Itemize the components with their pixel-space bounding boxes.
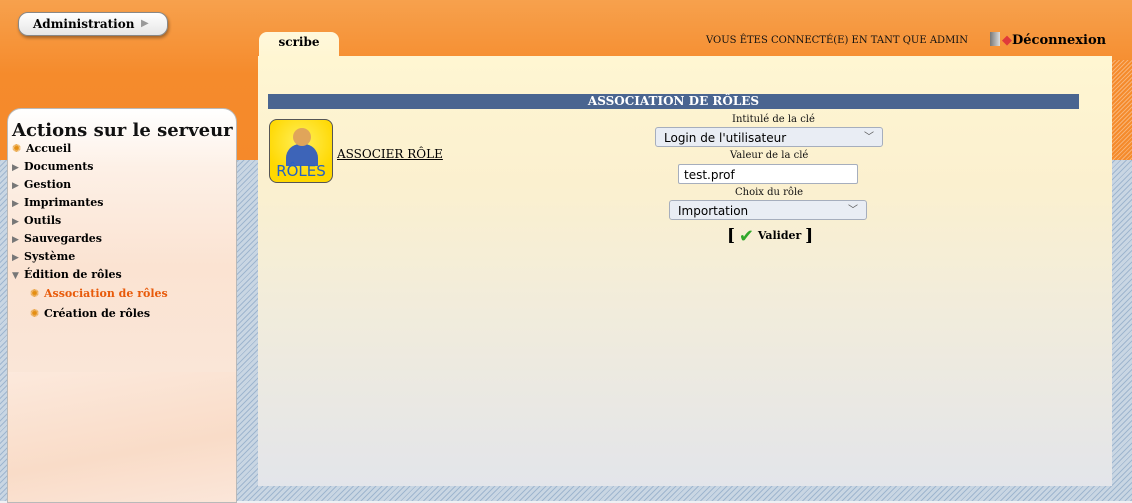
connected-user-text: VOUS ÊTES CONNECTÉ(E) EN TANT QUE ADMIN (706, 35, 969, 46)
sidebar-item-accueil[interactable]: ✺ Accueil (12, 140, 232, 158)
sidebar-subitem-creation-roles[interactable]: ✺ Création de rôles (12, 304, 232, 324)
triangle-right-icon: ▶ (12, 181, 19, 191)
value-label: Valeur de la clé (730, 150, 809, 161)
bracket-left: [ (727, 226, 736, 246)
submit-label: Valider (757, 229, 802, 242)
logout-link[interactable]: ◆Déconnexion (990, 32, 1106, 48)
triangle-down-icon: ▼ (12, 271, 19, 281)
logout-arrow-icon: ◆ (1002, 33, 1012, 48)
sidebar-item-systeme[interactable]: ▶ Système (12, 248, 232, 266)
sidebar-lower (8, 372, 236, 502)
triangle-right-icon: ▶ (12, 235, 19, 245)
associate-role-link[interactable]: ASSOCIER RÔLE (337, 147, 443, 161)
chevron-down-icon: ﹀ (848, 205, 858, 216)
sidebar-title: Actions sur le serveur (12, 120, 233, 141)
sidebar-subitem-association-roles[interactable]: ✺ Association de rôles (12, 284, 232, 304)
roles-icon-label: RÔLES (276, 162, 326, 180)
tab-scribe[interactable]: scribe (259, 32, 339, 58)
sun-icon: ✺ (12, 142, 22, 155)
sidebar-menu: ✺ Accueil ▶ Documents ▶ Gestion ▶ Imprimante… (12, 140, 232, 324)
sidebar-item-outils[interactable]: ▶ Outils (12, 212, 232, 230)
sidebar-item-label: Édition de rôles (24, 268, 122, 281)
sidebar-item-documents[interactable]: ▶ Documents (12, 158, 232, 176)
key-label: Intitulé de la clé (732, 114, 815, 125)
sidebar-subitem-label: Création de rôles (44, 307, 151, 320)
role-select[interactable]: Importation ﹀ (669, 200, 867, 220)
key-select-value: Login de l'utilisateur (664, 131, 787, 145)
role-label: Choix du rôle (735, 187, 804, 198)
sidebar-item-gestion[interactable]: ▶ Gestion (12, 176, 232, 194)
submit-button[interactable]: [ ✔ Valider ] (727, 226, 813, 247)
sidebar-item-imprimantes[interactable]: ▶ Imprimantes (12, 194, 232, 212)
sidebar-subitem-label: Association de rôles (44, 287, 168, 300)
key-select[interactable]: Login de l'utilisateur ﹀ (655, 127, 883, 147)
triangle-right-icon: ▶ (141, 18, 149, 29)
triangle-right-icon: ▶ (12, 253, 19, 263)
triangle-right-icon: ▶ (12, 163, 19, 173)
user-head-icon (293, 128, 311, 146)
door-icon (990, 32, 1000, 46)
sidebar-item-label: Imprimantes (24, 196, 104, 209)
sidebar-item-edition-roles[interactable]: ▼ Édition de rôles (12, 266, 232, 284)
triangle-right-icon: ▶ (12, 199, 19, 209)
sidebar-item-label: Système (24, 250, 76, 263)
roles-icon[interactable]: RÔLES (269, 119, 333, 183)
sun-icon: ✺ (30, 287, 40, 300)
role-select-value: Importation (678, 204, 749, 218)
sidebar-item-label: Outils (24, 214, 62, 227)
sidebar-item-label: Sauvegardes (24, 232, 102, 245)
main-panel (258, 56, 1112, 486)
chevron-down-icon: ﹀ (864, 132, 874, 143)
section-title: ASSOCIATION DE RÔLES (268, 94, 1079, 109)
sun-icon: ✺ (30, 307, 40, 320)
bracket-right: ] (805, 226, 814, 246)
administration-label: Administration (33, 17, 135, 31)
administration-button[interactable]: Administration ▶ (18, 12, 168, 36)
check-icon: ✔ (738, 226, 754, 247)
key-value-input[interactable]: test.prof (678, 164, 858, 184)
sidebar-item-label: Gestion (24, 178, 72, 191)
sidebar-item-label: Documents (24, 160, 94, 173)
sidebar-item-label: Accueil (26, 142, 72, 155)
sidebar-item-sauvegardes[interactable]: ▶ Sauvegardes (12, 230, 232, 248)
logout-label: Déconnexion (1012, 33, 1107, 48)
triangle-right-icon: ▶ (12, 217, 19, 227)
